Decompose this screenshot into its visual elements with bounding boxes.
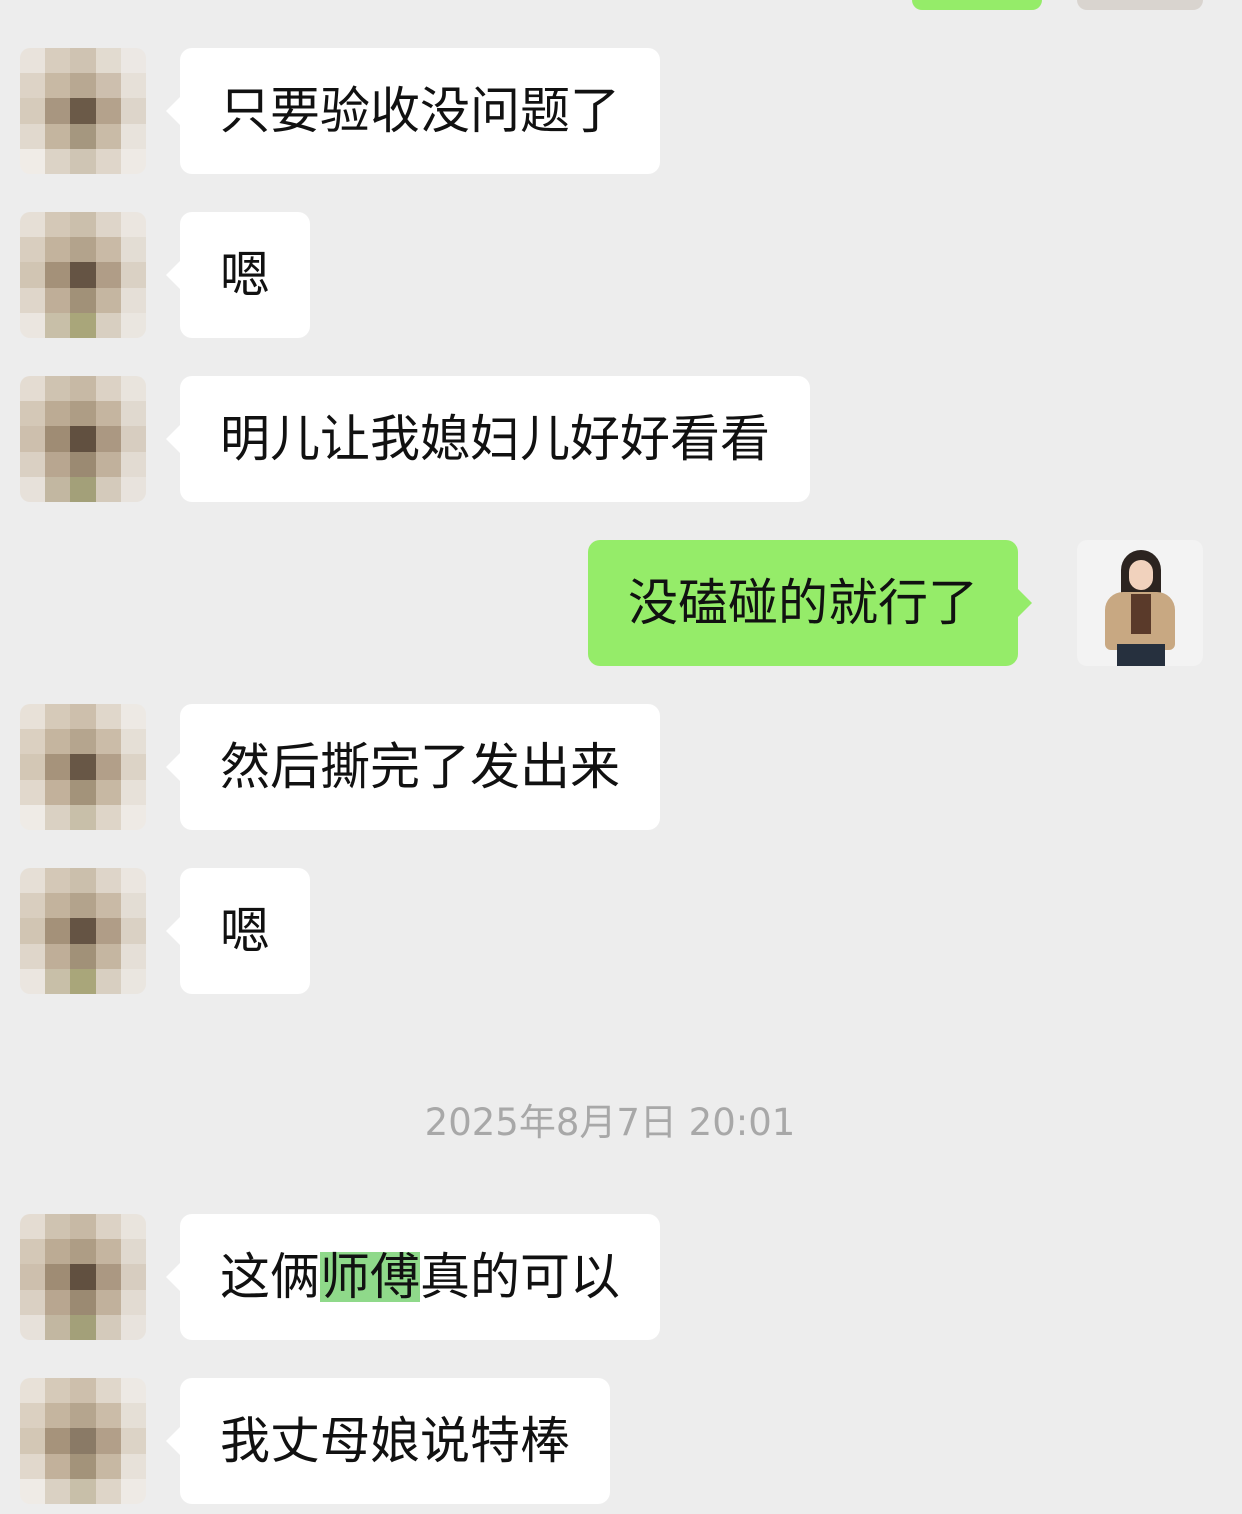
message-text-after: 真的可以 [420,1248,620,1306]
message-text: 嗯 [220,902,270,960]
message-text: 嗯 [220,246,270,304]
message-text-before: 这俩 [220,1248,320,1306]
outgoing-message-bubble[interactable]: 没磕碰的就行了 [588,540,1032,666]
message-text: 然后撕完了发出来 [220,738,620,796]
contact-avatar[interactable] [20,1214,146,1340]
message-row: 这俩 师傅 真的可以 [0,1214,1242,1340]
highlighted-text[interactable]: 师傅 [320,1252,420,1302]
incoming-message-bubble[interactable]: 这俩 师傅 真的可以 [166,1214,660,1340]
message-row: 没磕碰的就行了 [0,540,1242,666]
contact-avatar[interactable] [20,868,146,994]
message-text: 没磕碰的就行了 [628,574,978,632]
contact-avatar[interactable] [20,704,146,830]
contact-avatar[interactable] [20,376,146,502]
incoming-message-bubble[interactable]: 嗯 [166,868,310,994]
incoming-message-bubble[interactable]: 然后撕完了发出来 [166,704,660,830]
incoming-message-bubble[interactable]: 嗯 [166,212,310,338]
previous-outgoing-bubble-partial[interactable] [912,0,1042,10]
message-row: 我丈母娘说特棒 [0,1378,1242,1504]
message-row: 明儿让我媳妇儿好好看看 [0,376,1242,502]
profile-photo [1077,540,1203,666]
contact-avatar[interactable] [20,212,146,338]
message-row: 然后撕完了发出来 [0,704,1242,830]
contact-avatar[interactable] [20,48,146,174]
chat-timestamp: 2025年8月7日 20:01 [424,1101,796,1144]
incoming-message-bubble[interactable]: 我丈母娘说特棒 [166,1378,610,1504]
message-row: 嗯 [0,212,1242,338]
incoming-message-bubble[interactable]: 只要验收没问题了 [166,48,660,174]
message-text: 我丈母娘说特棒 [220,1412,570,1470]
incoming-message-bubble[interactable]: 明儿让我媳妇儿好好看看 [166,376,810,502]
my-avatar[interactable] [1077,540,1203,666]
message-text: 只要验收没问题了 [220,82,620,140]
previous-outgoing-avatar-partial[interactable] [1077,0,1203,10]
message-text: 明儿让我媳妇儿好好看看 [220,410,770,468]
message-row: 嗯 [0,868,1242,994]
contact-avatar[interactable] [20,1378,146,1504]
message-row: 只要验收没问题了 [0,48,1242,174]
